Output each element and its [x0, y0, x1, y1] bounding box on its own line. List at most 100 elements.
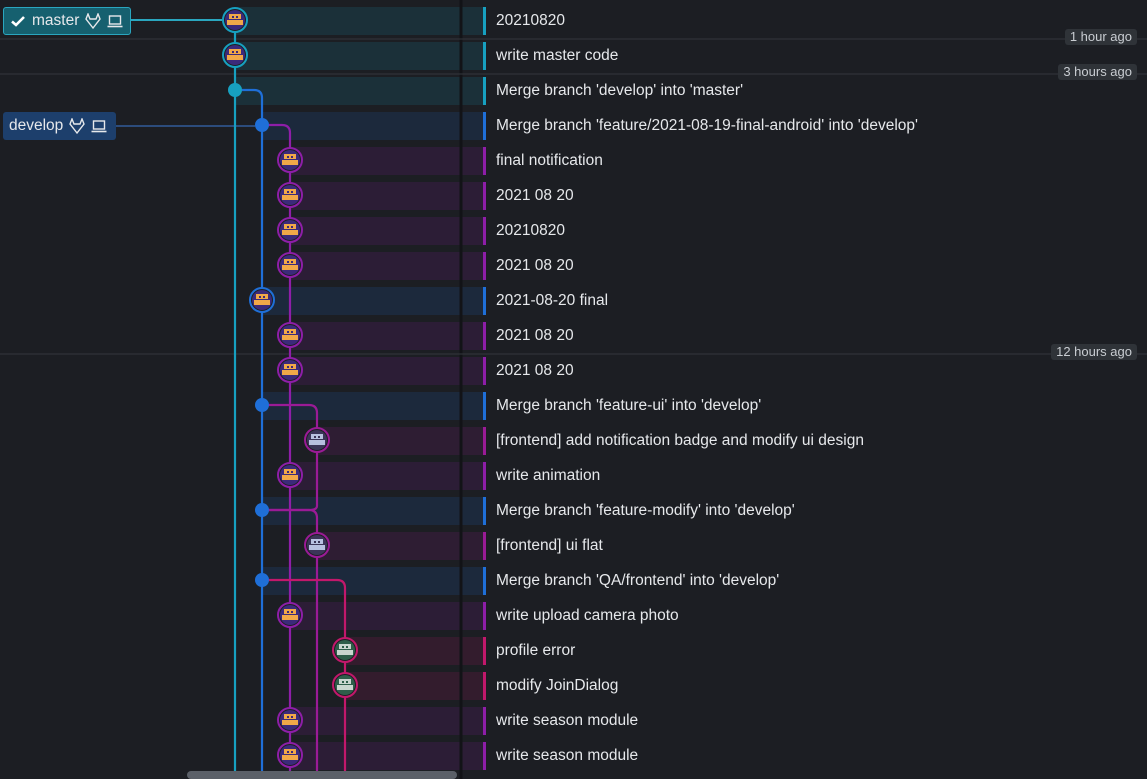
avatar-pixel — [337, 650, 353, 655]
commit-message[interactable]: write season module — [496, 706, 638, 741]
row-highlight — [262, 112, 486, 140]
avatar-eye — [232, 51, 234, 53]
avatar-eye — [342, 681, 344, 683]
avatar-pixel — [284, 154, 296, 159]
avatar-pixel — [311, 434, 323, 439]
commit-message[interactable]: write season module — [496, 741, 638, 776]
gitlab-icon — [69, 118, 86, 134]
commit-message[interactable]: Merge branch 'QA/frontend' into 'develop… — [496, 566, 779, 601]
avatar-pixel — [284, 189, 296, 194]
row-lane-marker — [483, 357, 486, 385]
avatar-pixel — [282, 265, 298, 270]
commit-message[interactable]: 2021 08 20 — [496, 321, 574, 356]
row-highlight — [290, 462, 486, 490]
commit-message[interactable]: write animation — [496, 461, 600, 496]
avatar-pixel — [284, 329, 296, 334]
commit-message[interactable]: write upload camera photo — [496, 601, 679, 636]
avatar-eye — [287, 191, 289, 193]
avatar-pixel — [284, 609, 296, 614]
merge-node — [255, 573, 269, 587]
avatar-eye — [287, 751, 289, 753]
row-lane-marker — [483, 252, 486, 280]
row-highlight — [262, 287, 486, 315]
row-lane-marker — [483, 77, 486, 105]
avatar-pixel — [337, 685, 353, 690]
avatar-eye — [291, 226, 293, 228]
avatar-eye — [287, 471, 289, 473]
avatar-eye — [287, 611, 289, 613]
row-lane-marker — [483, 322, 486, 350]
avatar-pixel — [339, 679, 351, 684]
avatar-pixel — [282, 370, 298, 375]
horizontal-scrollbar[interactable] — [187, 771, 457, 779]
row-highlight — [290, 217, 486, 245]
commit-message[interactable]: 2021 08 20 — [496, 251, 574, 286]
commit-message[interactable]: Merge branch 'feature/2021-08-19-final-a… — [496, 111, 918, 146]
row-highlight — [290, 182, 486, 210]
commit-message[interactable]: [frontend] add notification badge and mo… — [496, 426, 864, 461]
avatar-pixel — [254, 300, 270, 305]
row-lane-marker — [483, 532, 486, 560]
avatar-eye — [291, 611, 293, 613]
avatar-eye — [232, 16, 234, 18]
row-lane-marker — [483, 742, 486, 770]
row-highlight — [235, 42, 486, 70]
avatar-pixel — [311, 539, 323, 544]
commit-message[interactable]: [frontend] ui flat — [496, 531, 603, 566]
commit-message[interactable]: 20210820 — [496, 6, 565, 41]
avatar-eye — [287, 156, 289, 158]
time-marker-badge: 1 hour ago — [1064, 29, 1137, 45]
commit-message[interactable]: profile error — [496, 636, 575, 671]
gitlab-icon — [85, 13, 102, 29]
commit-message[interactable]: 20210820 — [496, 216, 565, 251]
commit-message[interactable]: final notification — [496, 146, 603, 181]
row-highlight — [290, 357, 486, 385]
row-highlight — [345, 637, 486, 665]
avatar-eye — [259, 296, 261, 298]
commit-message[interactable]: Merge branch 'feature-ui' into 'develop' — [496, 391, 761, 426]
avatar-eye — [291, 471, 293, 473]
avatar-eye — [287, 331, 289, 333]
commit-message[interactable]: Merge branch 'develop' into 'master' — [496, 76, 743, 111]
laptop-icon — [107, 15, 123, 28]
avatar-eye — [291, 751, 293, 753]
commit-message[interactable]: 2021 08 20 — [496, 181, 574, 216]
graph-edge — [235, 88, 264, 779]
row-lane-marker — [483, 287, 486, 315]
merge-node — [255, 398, 269, 412]
row-lane-marker — [483, 217, 486, 245]
branch-tag-develop[interactable]: develop — [3, 112, 116, 140]
merge-node — [255, 118, 269, 132]
avatar-eye — [314, 436, 316, 438]
row-lane-marker — [483, 112, 486, 140]
avatar-pixel — [227, 20, 243, 25]
row-lane-marker — [483, 182, 486, 210]
avatar-pixel — [309, 545, 325, 550]
row-lane-marker — [483, 637, 486, 665]
row-lane-marker — [483, 567, 486, 595]
avatar-eye — [346, 646, 348, 648]
avatar-pixel — [282, 720, 298, 725]
commit-message[interactable]: modify JoinDialog — [496, 671, 618, 706]
avatar-pixel — [284, 224, 296, 229]
commit-message[interactable]: write master code — [496, 41, 618, 76]
row-lane-marker — [483, 427, 486, 455]
commit-message[interactable]: 2021 08 20 — [496, 356, 574, 391]
avatar-pixel — [282, 195, 298, 200]
row-highlight — [235, 77, 486, 105]
commit-message[interactable]: Merge branch 'feature-modify' into 'deve… — [496, 496, 795, 531]
row-lane-marker — [483, 42, 486, 70]
row-highlight — [290, 147, 486, 175]
avatar-eye — [287, 366, 289, 368]
merge-node — [228, 83, 242, 97]
commit-message[interactable]: 2021-08-20 final — [496, 286, 608, 321]
avatar-pixel — [282, 615, 298, 620]
row-highlight — [290, 322, 486, 350]
avatar-pixel — [282, 335, 298, 340]
row-highlight — [235, 7, 486, 35]
row-highlight — [290, 602, 486, 630]
row-highlight — [290, 252, 486, 280]
avatar-eye — [318, 436, 320, 438]
branch-tag-master[interactable]: master — [3, 7, 131, 35]
row-lane-marker — [483, 602, 486, 630]
